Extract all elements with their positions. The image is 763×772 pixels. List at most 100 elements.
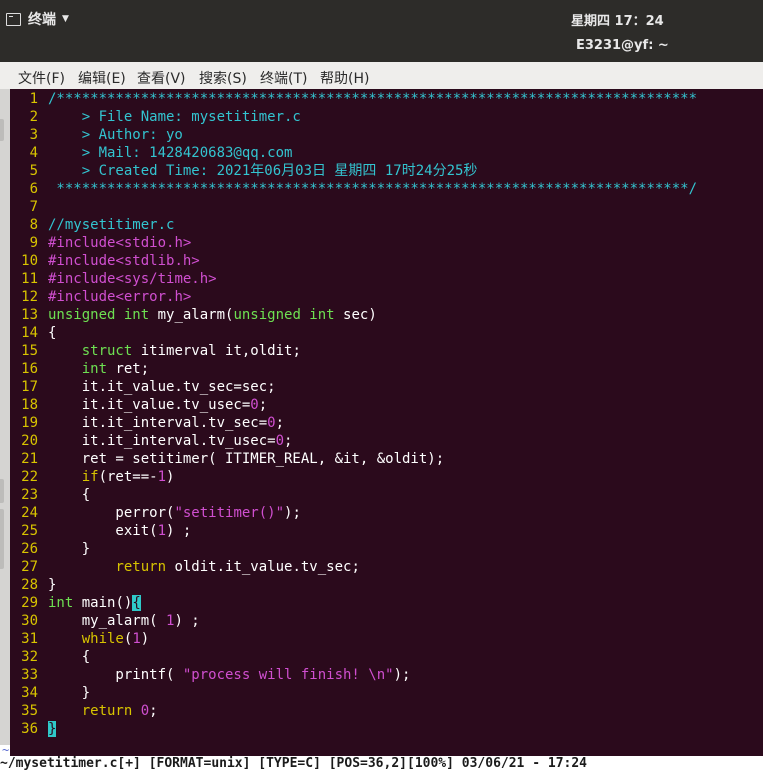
code-token: ****************************************… [48, 181, 698, 197]
code-text: it.it_interval.tv_usec=0; [48, 433, 293, 449]
code-text: /***************************************… [48, 91, 697, 107]
line-number: 32 [21, 649, 38, 665]
code-line[interactable]: 8 //mysetitimer.c [10, 216, 175, 234]
code-token: 0 [275, 433, 285, 449]
code-line[interactable]: 5 > Created Time: 2021年06月03日 星期四 17时24分… [10, 162, 478, 180]
code-token: 0 [140, 703, 150, 719]
code-token: { [48, 325, 57, 341]
line-number: 24 [21, 505, 38, 521]
dock-indicator [0, 479, 4, 503]
code-line[interactable]: 36} [10, 720, 57, 738]
code-line[interactable]: 29 int main(){ [10, 594, 141, 612]
line-number: 35 [21, 703, 38, 719]
code-line[interactable]: 21 ret = setitimer( ITIMER_REAL, &it, &o… [10, 450, 444, 468]
code-line[interactable]: 14 { [10, 324, 56, 342]
code-token: ret; [107, 361, 150, 377]
line-number: 2 [29, 109, 38, 125]
line-number: 22 [21, 469, 38, 485]
code-line[interactable]: 15 struct itimerval it,oldit; [10, 342, 301, 360]
window-titlebar[interactable]: E3231@yf: ~ [0, 36, 763, 62]
code-token: return [81, 703, 133, 719]
code-token: ret = setitimer( ITIMER_REAL, &it, &oldi… [48, 451, 445, 467]
code-text: } [48, 541, 90, 557]
line-number: 31 [21, 631, 38, 647]
line-number: 7 [29, 199, 38, 215]
code-line[interactable]: 31 while(1) [10, 630, 149, 648]
menu-view[interactable]: 查看(V) [137, 68, 186, 88]
code-token: "setitimer()" [174, 505, 285, 521]
code-line[interactable]: 12 #include<error.h> [10, 288, 191, 306]
code-line[interactable]: 13 unsigned int my_alarm(unsigned int sec… [10, 306, 377, 324]
app-menu[interactable]: 终端 ▼ [6, 9, 69, 29]
code-line[interactable]: 4 > Mail: 1428420683@qq.com [10, 144, 293, 162]
line-number: 34 [21, 685, 38, 701]
line-number: 21 [21, 451, 38, 467]
code-text: #include<stdio.h> [48, 235, 191, 251]
code-token: if [81, 469, 99, 485]
menu-search[interactable]: 搜索(S) [199, 68, 247, 88]
code-token: unsigned int [233, 307, 335, 323]
code-line[interactable]: 3 > Author: yo [10, 126, 183, 144]
line-number: 9 [29, 235, 38, 251]
code-text: it.it_value.tv_usec=0; [48, 397, 267, 413]
code-line[interactable]: 6 **************************************… [10, 180, 697, 198]
line-number: 26 [21, 541, 38, 557]
code-token: <stdlib.h> [115, 253, 200, 269]
code-token: struct [81, 343, 133, 359]
code-line[interactable]: 35 return 0; [10, 702, 157, 720]
code-line[interactable]: 24 perror("setitimer()"); [10, 504, 301, 522]
code-token: "process will finish! \n" [182, 667, 394, 683]
dock-indicator [0, 509, 4, 569]
code-line[interactable]: 28} [10, 576, 56, 594]
clock[interactable]: 星期四 17：24 [571, 10, 664, 29]
code-line[interactable]: 11 #include<sys/time.h> [10, 270, 216, 288]
code-line[interactable]: 1 /**************************************… [10, 90, 697, 108]
code-line[interactable]: 17 it.it_value.tv_sec=sec; [10, 378, 275, 396]
code-line[interactable]: 16 int ret; [10, 360, 149, 378]
code-text: ****************************************… [48, 181, 697, 197]
code-line[interactable]: 32 { [10, 648, 90, 666]
code-token: printf( [48, 667, 183, 683]
code-token: 0 [267, 415, 276, 431]
code-token: <error.h> [115, 289, 192, 305]
code-text: #include<stdlib.h> [48, 253, 200, 269]
menu-file[interactable]: 文件(F) [18, 68, 65, 88]
code-line[interactable]: 34 } [10, 684, 90, 702]
code-line[interactable]: 27 return oldit.it_value.tv_sec; [10, 558, 360, 576]
code-line[interactable]: 7 [10, 198, 48, 216]
code-line[interactable]: 2 > File Name: mysetitimer.c [10, 108, 301, 126]
code-text: > Mail: 1428420683@qq.com [48, 145, 293, 161]
code-token: 1 [157, 469, 167, 485]
empty-line-tilde: ~ [2, 743, 10, 757]
code-token: } [48, 685, 91, 701]
code-line[interactable]: 20 it.it_interval.tv_usec=0; [10, 432, 292, 450]
code-token: #include [48, 253, 116, 269]
line-number: 10 [21, 253, 38, 269]
code-line[interactable]: 26 } [10, 540, 90, 558]
code-line[interactable]: 9 #include<stdio.h> [10, 234, 192, 252]
code-line[interactable]: 30 my_alarm( 1) ; [10, 612, 200, 630]
code-line[interactable]: 19 it.it_interval.tv_sec=0; [10, 414, 284, 432]
menu-terminal[interactable]: 终端(T) [260, 68, 307, 88]
vim-editor[interactable]: 1 /**************************************… [10, 89, 763, 756]
code-line[interactable]: 22 if(ret==-1) [10, 468, 174, 486]
code-token: itimerval it,oldit; [132, 343, 301, 359]
line-number: 23 [21, 487, 38, 503]
line-number: 18 [21, 397, 38, 413]
code-token: perror( [48, 505, 175, 521]
cursor-match: { [132, 595, 141, 611]
code-text: //mysetitimer.c [48, 217, 174, 233]
code-token: my_alarm( [48, 613, 167, 629]
code-line[interactable]: 25 exit(1) ; [10, 522, 191, 540]
line-number: 12 [21, 289, 38, 305]
code-line[interactable]: 23 { [10, 486, 90, 504]
menu-edit[interactable]: 编辑(E) [78, 68, 126, 88]
code-line[interactable]: 33 printf( "process will finish! \n"); [10, 666, 410, 684]
menu-help[interactable]: 帮助(H) [320, 68, 369, 88]
code-line[interactable]: 18 it.it_value.tv_usec=0; [10, 396, 267, 414]
line-number: 1 [29, 91, 38, 107]
terminal-icon [6, 12, 21, 26]
code-line[interactable]: 10 #include<stdlib.h> [10, 252, 200, 270]
